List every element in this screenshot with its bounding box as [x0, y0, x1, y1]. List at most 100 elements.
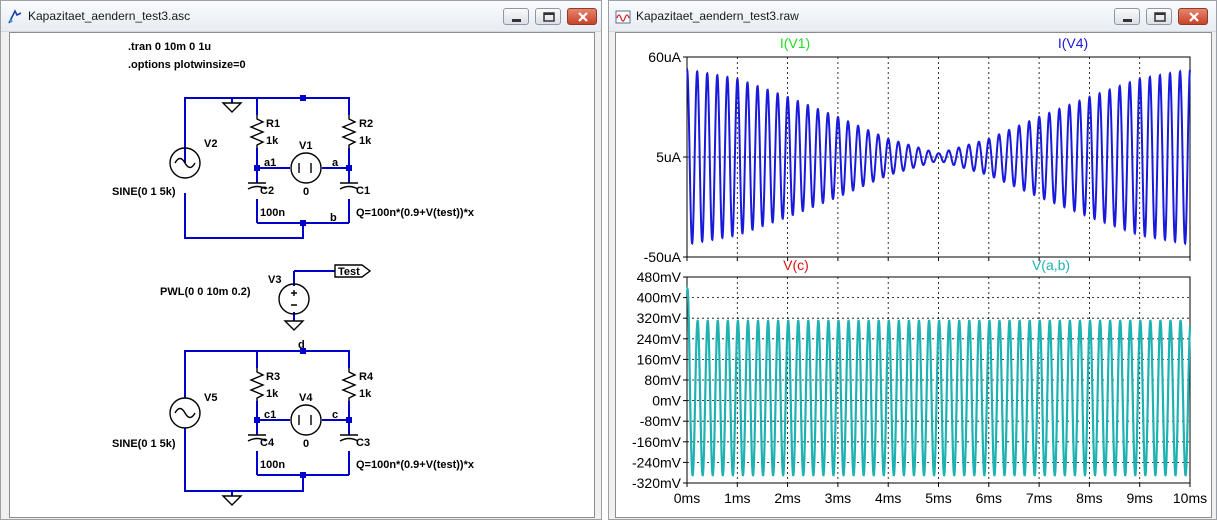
net-test: Test	[338, 266, 360, 278]
net-d: d	[298, 339, 305, 351]
label-v1: V1	[299, 140, 312, 152]
junction-dot	[346, 417, 352, 423]
y-tick-label: 160mV	[637, 351, 682, 367]
x-tick-label: 9ms	[1126, 490, 1152, 506]
label-v3: V3	[268, 274, 281, 286]
y-tick-label: 60uA	[648, 49, 681, 65]
x-tick-label: 8ms	[1076, 490, 1102, 506]
r1-symbol	[249, 115, 265, 148]
y-tick-label: 80mV	[644, 372, 681, 388]
x-tick-label: 1ms	[724, 490, 750, 506]
net-a1: a1	[264, 157, 276, 169]
schematic-window[interactable]: Kapazitaet_aendern_test3.asc .tran 0 10m…	[0, 0, 602, 520]
y-tick-label: 320mV	[637, 310, 682, 326]
label-v2: V2	[204, 138, 217, 150]
r4-symbol	[341, 368, 357, 401]
maximize-button[interactable]	[1146, 8, 1172, 25]
y-ticks-bottom: 480mV 400mV 320mV 240mV 160mV 80mV 0mV -80mV -16…	[632, 269, 682, 491]
restore-icon	[543, 12, 555, 22]
label-r3: R3	[266, 371, 280, 383]
label-v4: V4	[299, 392, 313, 404]
v3-sign-icon	[291, 290, 297, 306]
legend-entry: I(V4)	[1058, 35, 1088, 51]
y-tick-label: 400mV	[637, 290, 682, 306]
value-r4: 1k	[359, 388, 372, 400]
close-icon	[1189, 12, 1199, 22]
y-tick-label: -160mV	[632, 434, 682, 450]
waveform-plots[interactable]: 60uA 5uA -50uA 480mV 400mV 320mV 240mV 160mV 80…	[616, 33, 1211, 517]
r3-symbol	[249, 368, 265, 401]
y-tick-label: 0mV	[652, 393, 681, 409]
legend-entry: V(c)	[783, 257, 809, 273]
value-r3: 1k	[266, 388, 279, 400]
y-tick-label: -240mV	[632, 454, 682, 470]
label-c2: C2	[260, 185, 274, 197]
value-c1: Q=100n*(0.9+V(test))*x	[356, 207, 475, 219]
y-tick-label: 240mV	[637, 331, 682, 347]
x-tick-label: 3ms	[825, 490, 851, 506]
restore-icon	[1154, 12, 1166, 22]
x-ticks: 0ms 1ms 2ms 3ms 4ms 5ms 6ms 7ms 8ms 9ms 10ms	[674, 490, 1207, 506]
junction-dot	[346, 165, 352, 171]
maximize-button[interactable]	[535, 8, 561, 25]
schematic-window-title: Kapazitaet_aendern_test3.asc	[28, 9, 191, 23]
minimize-button[interactable]	[1114, 8, 1140, 25]
waveform-canvas[interactable]: 60uA 5uA -50uA 480mV 400mV 320mV 240mV 160mV 80…	[615, 32, 1212, 518]
junction-dot	[300, 472, 306, 478]
value-r1: 1k	[266, 135, 279, 147]
value-c4: 100n	[260, 459, 285, 471]
wire-top-12	[184, 193, 304, 239]
net-b: b	[330, 212, 337, 224]
junction-dot	[300, 95, 306, 101]
junction-dot	[300, 220, 306, 226]
net-c: c	[332, 409, 338, 421]
label-v5: V5	[204, 392, 217, 404]
value-c2: 100n	[260, 207, 285, 219]
label-r1: R1	[266, 118, 280, 130]
y-tick-label: 5uA	[656, 149, 682, 165]
y-tick-label: 480mV	[637, 269, 682, 285]
value-v4: 0	[303, 438, 309, 450]
v1-symbol	[290, 152, 322, 184]
close-button[interactable]	[567, 8, 597, 25]
directive-options: .options plotwinsize=0	[128, 59, 246, 71]
v5-sine-icon	[174, 407, 196, 419]
ground-bottom-icon	[221, 495, 243, 506]
minimize-icon	[1123, 19, 1132, 22]
label-c1: C1	[356, 185, 370, 197]
minimize-icon	[512, 19, 521, 22]
legend-entry: V(a,b)	[1032, 257, 1070, 273]
schematic-titlebar[interactable]: Kapazitaet_aendern_test3.asc	[1, 1, 601, 32]
v3-symbol	[278, 283, 310, 315]
value-v2: SINE(0 1 5k)	[112, 186, 176, 198]
value-r2: 1k	[359, 135, 372, 147]
legend-entry: I(V1)	[780, 35, 810, 51]
value-v5: SINE(0 1 5k)	[112, 438, 176, 450]
x-tick-label: 10ms	[1173, 490, 1207, 506]
x-tick-label: 4ms	[875, 490, 901, 506]
net-a: a	[332, 157, 339, 169]
y-tick-label: -80mV	[640, 413, 682, 429]
waveform-window[interactable]: Kapazitaet_aendern_test3.raw 60uA 5uA -50u…	[608, 0, 1217, 520]
schematic-canvas[interactable]: .tran 0 10m 0 1u .options plotwinsize=0 …	[9, 32, 595, 518]
minimize-button[interactable]	[503, 8, 529, 25]
v4-sign-icon	[298, 415, 312, 425]
schematic-drawing[interactable]: .tran 0 10m 0 1u .options plotwinsize=0 …	[10, 33, 594, 517]
label-c3: C3	[356, 437, 370, 449]
directive-tran: .tran 0 10m 0 1u	[128, 41, 211, 53]
wire-bot-12	[184, 428, 304, 492]
waveform-titlebar[interactable]: Kapazitaet_aendern_test3.raw	[609, 1, 1216, 32]
label-r4: R4	[359, 371, 374, 383]
ltspice-app-icon	[8, 9, 22, 24]
waveform-app-icon	[615, 10, 631, 24]
y-tick-label: -50uA	[644, 249, 682, 265]
ground-top-icon	[221, 102, 243, 113]
ground-v3-icon	[283, 320, 305, 331]
x-tick-label: 0ms	[674, 490, 700, 506]
waveform-window-title: Kapazitaet_aendern_test3.raw	[636, 9, 799, 23]
x-tick-label: 7ms	[1026, 490, 1052, 506]
v4-symbol	[290, 404, 322, 436]
junction-dot	[254, 417, 260, 423]
close-button[interactable]	[1178, 8, 1208, 25]
label-r2: R2	[359, 118, 373, 130]
